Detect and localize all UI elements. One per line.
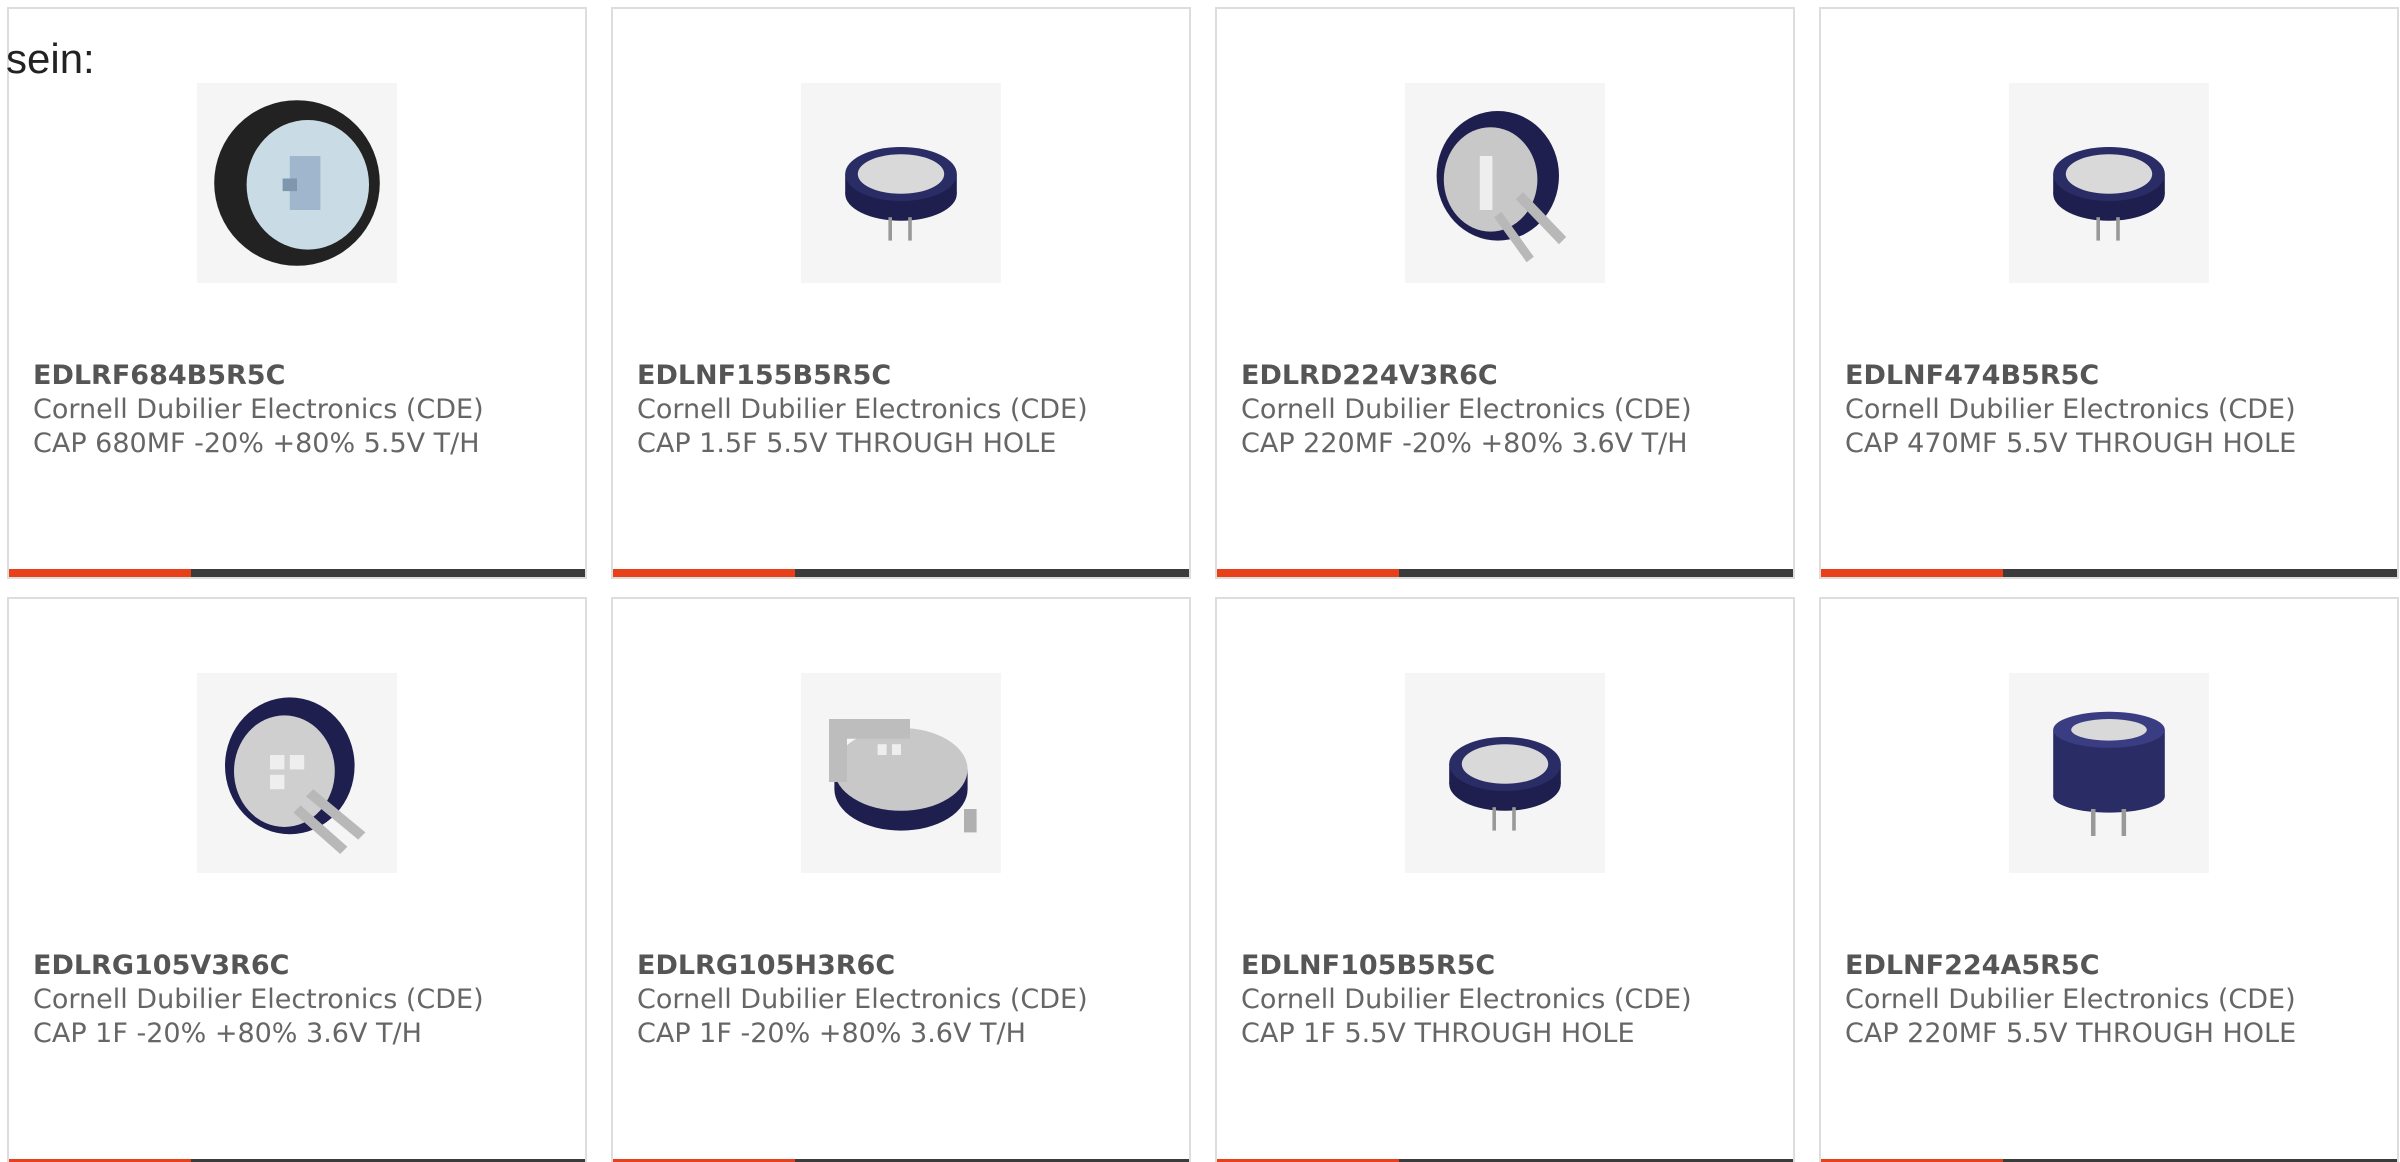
manufacturer: Cornell Dubilier Electronics (CDE) bbox=[33, 984, 484, 1015]
description: CAP 1F -20% +80% 3.6V T/H bbox=[33, 1018, 422, 1049]
description: CAP 220MF 5.5V THROUGH HOLE bbox=[1845, 1018, 2297, 1049]
product-card[interactable]: EDLRF684B5R5C Cornell Dubilier Electroni… bbox=[7, 7, 587, 579]
description: CAP 680MF -20% +80% 5.5V T/H bbox=[33, 428, 480, 459]
description: CAP 470MF 5.5V THROUGH HOLE bbox=[1845, 428, 2297, 459]
part-number[interactable]: EDLRG105H3R6C bbox=[637, 949, 1179, 983]
product-card[interactable]: EDLRG105V3R6C Cornell Dubilier Electroni… bbox=[7, 597, 587, 1162]
blue-coin-supercap-leads-icon bbox=[1405, 83, 1605, 283]
product-card[interactable]: EDLRG105H3R6C Cornell Dubilier Electroni… bbox=[611, 597, 1191, 1162]
product-card[interactable]: EDLNF474B5R5C Cornell Dubilier Electroni… bbox=[1819, 7, 2399, 579]
part-number[interactable]: EDLNF474B5R5C bbox=[1845, 359, 2387, 393]
manufacturer: Cornell Dubilier Electronics (CDE) bbox=[33, 394, 484, 425]
product-card[interactable]: EDLNF105B5R5C Cornell Dubilier Electroni… bbox=[1215, 597, 1795, 1162]
product-card[interactable]: EDLNF155B5R5C Cornell Dubilier Electroni… bbox=[611, 7, 1191, 579]
part-number[interactable]: EDLRF684B5R5C bbox=[33, 359, 575, 393]
manufacturer: Cornell Dubilier Electronics (CDE) bbox=[1241, 394, 1692, 425]
card-accent bbox=[9, 569, 191, 577]
description: CAP 1F -20% +80% 3.6V T/H bbox=[637, 1018, 1026, 1049]
manufacturer: Cornell Dubilier Electronics (CDE) bbox=[1845, 984, 2296, 1015]
blue-coin-supercap-icon bbox=[2009, 83, 2209, 283]
blue-coin-supercap-tab-icon bbox=[801, 673, 1001, 873]
part-number[interactable]: EDLRD224V3R6C bbox=[1241, 359, 1783, 393]
blue-coin-supercap-icon bbox=[801, 83, 1001, 283]
card-accent bbox=[613, 569, 795, 577]
manufacturer: Cornell Dubilier Electronics (CDE) bbox=[637, 984, 1088, 1015]
blue-coin-supercap-icon bbox=[1405, 673, 1605, 873]
manufacturer: Cornell Dubilier Electronics (CDE) bbox=[1845, 394, 2296, 425]
description: CAP 220MF -20% +80% 3.6V T/H bbox=[1241, 428, 1688, 459]
black-radial-supercap-icon bbox=[197, 83, 397, 283]
product-card[interactable]: EDLRD224V3R6C Cornell Dubilier Electroni… bbox=[1215, 7, 1795, 579]
product-card[interactable]: EDLNF224A5R5C Cornell Dubilier Electroni… bbox=[1819, 597, 2399, 1162]
blue-coin-supercap-upright-icon bbox=[2009, 673, 2209, 873]
card-footer-bar bbox=[613, 569, 1189, 577]
manufacturer: Cornell Dubilier Electronics (CDE) bbox=[637, 394, 1088, 425]
product-grid: EDLRF684B5R5C Cornell Dubilier Electroni… bbox=[0, 0, 2400, 1162]
intro-text: sein: bbox=[6, 35, 95, 82]
part-number[interactable]: EDLRG105V3R6C bbox=[33, 949, 575, 983]
manufacturer: Cornell Dubilier Electronics (CDE) bbox=[1241, 984, 1692, 1015]
part-number[interactable]: EDLNF105B5R5C bbox=[1241, 949, 1783, 983]
card-footer-bar bbox=[1821, 569, 2397, 577]
part-number[interactable]: EDLNF155B5R5C bbox=[637, 359, 1179, 393]
part-number[interactable]: EDLNF224A5R5C bbox=[1845, 949, 2387, 983]
card-accent bbox=[1821, 569, 2003, 577]
blue-coin-supercap-leads-icon bbox=[197, 673, 397, 873]
description: CAP 1F 5.5V THROUGH HOLE bbox=[1241, 1018, 1635, 1049]
card-footer-bar bbox=[9, 569, 585, 577]
card-footer-bar bbox=[1217, 569, 1793, 577]
description: CAP 1.5F 5.5V THROUGH HOLE bbox=[637, 428, 1057, 459]
card-accent bbox=[1217, 569, 1399, 577]
